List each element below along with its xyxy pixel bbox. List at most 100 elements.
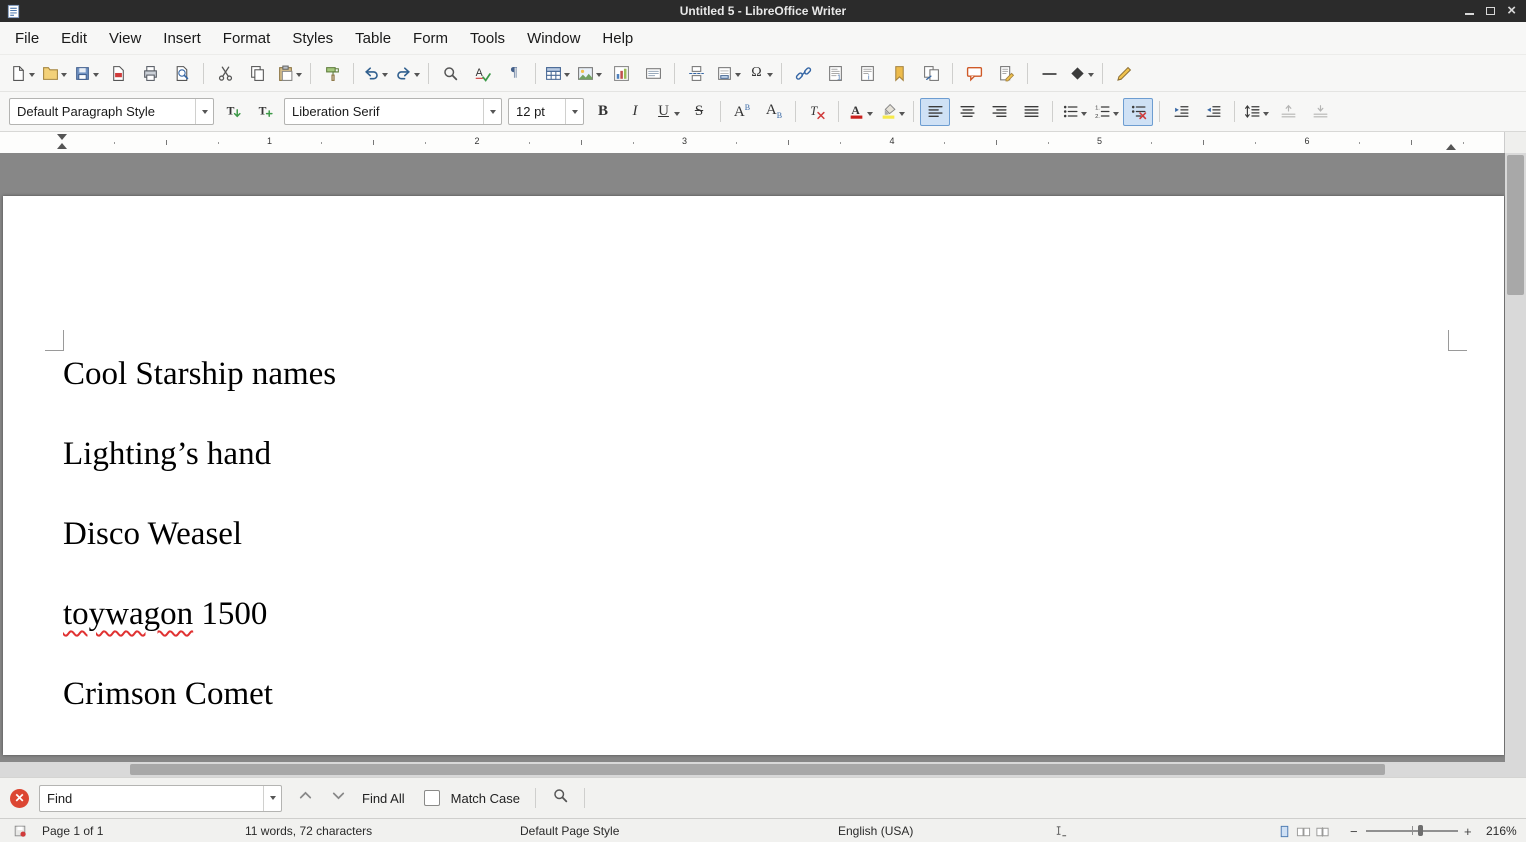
single-page-view-icon[interactable] bbox=[1277, 824, 1292, 839]
insert-hyperlink-button[interactable] bbox=[788, 59, 818, 87]
find-search-input[interactable] bbox=[40, 791, 263, 806]
basic-shapes-button[interactable] bbox=[1066, 59, 1096, 87]
clear-direct-formatting-button[interactable]: T bbox=[802, 98, 832, 126]
font-name-combobox[interactable]: Liberation Serif bbox=[284, 98, 502, 125]
dropdown-arrow-icon[interactable] bbox=[564, 64, 570, 82]
insert-horizontal-line-button[interactable] bbox=[1034, 59, 1064, 87]
align-left-button[interactable] bbox=[920, 98, 950, 126]
right-indent-marker[interactable] bbox=[1446, 144, 1456, 150]
text-run[interactable]: Lighting’s hand bbox=[63, 436, 271, 472]
insert-footnote-button[interactable]: 1 bbox=[820, 59, 850, 87]
restore-icon[interactable] bbox=[1486, 7, 1495, 15]
ordered-list-button[interactable]: 1.2. bbox=[1091, 98, 1121, 126]
menu-format[interactable]: Format bbox=[212, 25, 282, 52]
menu-help[interactable]: Help bbox=[591, 25, 644, 52]
book-view-icon[interactable] bbox=[1315, 824, 1330, 839]
strikethrough-button[interactable]: S bbox=[684, 98, 714, 126]
new-style-button[interactable]: T bbox=[250, 98, 280, 126]
justify-button[interactable] bbox=[1016, 98, 1046, 126]
highlighting-color-button[interactable] bbox=[877, 98, 907, 126]
paste-button[interactable] bbox=[274, 59, 304, 87]
align-right-button[interactable] bbox=[984, 98, 1014, 126]
dropdown-arrow-icon[interactable] bbox=[93, 64, 99, 82]
menu-styles[interactable]: Styles bbox=[281, 25, 344, 52]
horizontal-ruler[interactable]: 123456 bbox=[0, 132, 1505, 153]
dropdown-arrow-icon[interactable] bbox=[483, 99, 501, 124]
vertical-scrollbar[interactable] bbox=[1505, 153, 1526, 762]
find-search-combobox[interactable] bbox=[39, 785, 282, 812]
insert-bookmark-button[interactable] bbox=[884, 59, 914, 87]
cut-button[interactable] bbox=[210, 59, 240, 87]
paragraph[interactable]: Crimson Comet bbox=[63, 674, 1444, 714]
menu-window[interactable]: Window bbox=[516, 25, 591, 52]
horizontal-scrollbar[interactable] bbox=[0, 762, 1526, 777]
insert-image-button[interactable] bbox=[574, 59, 604, 87]
ruler-corner-button[interactable] bbox=[1504, 132, 1526, 153]
dropdown-arrow-icon[interactable] bbox=[735, 64, 741, 82]
menu-form[interactable]: Form bbox=[402, 25, 459, 52]
line-spacing-button[interactable] bbox=[1241, 98, 1271, 126]
font-color-button[interactable]: A bbox=[845, 98, 875, 126]
update-style-button[interactable]: T bbox=[218, 98, 248, 126]
font-size-combobox[interactable]: 12 pt bbox=[508, 98, 584, 125]
dropdown-arrow-icon[interactable] bbox=[382, 64, 388, 82]
underline-button[interactable]: U bbox=[652, 98, 682, 126]
redo-button[interactable] bbox=[392, 59, 422, 87]
align-center-button[interactable] bbox=[952, 98, 982, 126]
dropdown-arrow-icon[interactable] bbox=[61, 64, 67, 82]
superscript-button[interactable]: AB bbox=[727, 98, 757, 126]
zoom-out-button[interactable]: − bbox=[1350, 819, 1358, 842]
clone-formatting-button[interactable] bbox=[317, 59, 347, 87]
paragraph[interactable]: Cool Starship names bbox=[63, 354, 1444, 394]
dropdown-arrow-icon[interactable] bbox=[1088, 64, 1094, 82]
show-draw-functions-button[interactable] bbox=[1109, 59, 1139, 87]
dropdown-arrow-icon[interactable] bbox=[899, 103, 905, 121]
dropdown-arrow-icon[interactable] bbox=[195, 99, 213, 124]
insert-comment-button[interactable] bbox=[959, 59, 989, 87]
dropdown-arrow-icon[interactable] bbox=[1081, 103, 1087, 121]
unordered-list-button[interactable] bbox=[1059, 98, 1089, 126]
close-icon[interactable]: × bbox=[1507, 5, 1516, 17]
bold-button[interactable]: B bbox=[588, 98, 618, 126]
paragraph[interactable]: Disco Weasel bbox=[63, 514, 1444, 554]
new-document-button[interactable] bbox=[7, 59, 37, 87]
print-button[interactable] bbox=[135, 59, 165, 87]
page-style-status[interactable]: Default Page Style bbox=[520, 819, 619, 842]
no-list-button[interactable] bbox=[1123, 98, 1153, 126]
insert-chart-button[interactable] bbox=[606, 59, 636, 87]
document-page[interactable]: Cool Starship names Lighting’s hand Disco … bbox=[3, 196, 1504, 755]
dropdown-arrow-icon[interactable] bbox=[1263, 103, 1269, 121]
text-run[interactable]: Disco Weasel bbox=[63, 516, 242, 552]
insert-page-break-button[interactable] bbox=[681, 59, 711, 87]
subscript-button[interactable]: AB bbox=[759, 98, 789, 126]
find-next-button[interactable] bbox=[325, 785, 351, 811]
menu-file[interactable]: File bbox=[4, 25, 50, 52]
find-and-replace-button[interactable] bbox=[435, 59, 465, 87]
dropdown-arrow-icon[interactable] bbox=[565, 99, 583, 124]
find-previous-button[interactable] bbox=[292, 785, 318, 811]
print-preview-button[interactable] bbox=[167, 59, 197, 87]
selection-mode-icon[interactable] bbox=[1053, 819, 1068, 842]
multi-page-view-icon[interactable] bbox=[1296, 824, 1311, 839]
menu-tools[interactable]: Tools bbox=[459, 25, 516, 52]
undo-button[interactable] bbox=[360, 59, 390, 87]
zoom-slider-handle[interactable] bbox=[1418, 825, 1423, 836]
dropdown-arrow-icon[interactable] bbox=[296, 64, 302, 82]
misspelled-word[interactable]: toywagon bbox=[63, 596, 193, 632]
horizontal-scrollbar-thumb[interactable] bbox=[130, 764, 1385, 775]
page-text-area[interactable]: Cool Starship names Lighting’s hand Disco … bbox=[3, 196, 1504, 714]
insert-special-character-button[interactable]: Ω bbox=[745, 59, 775, 87]
export-pdf-button[interactable] bbox=[103, 59, 133, 87]
zoom-level[interactable]: 216% bbox=[1486, 819, 1517, 842]
find-and-replace-button[interactable] bbox=[547, 785, 573, 811]
menu-insert[interactable]: Insert bbox=[152, 25, 212, 52]
formatting-marks-button[interactable]: ¶ bbox=[499, 59, 529, 87]
open-button[interactable] bbox=[39, 59, 69, 87]
dropdown-arrow-icon[interactable] bbox=[414, 64, 420, 82]
insert-endnote-button[interactable]: i bbox=[852, 59, 882, 87]
italic-button[interactable]: I bbox=[620, 98, 650, 126]
insert-text-box-button[interactable] bbox=[638, 59, 668, 87]
copy-button[interactable] bbox=[242, 59, 272, 87]
increase-indent-button[interactable] bbox=[1166, 98, 1196, 126]
dropdown-arrow-icon[interactable] bbox=[29, 64, 35, 82]
